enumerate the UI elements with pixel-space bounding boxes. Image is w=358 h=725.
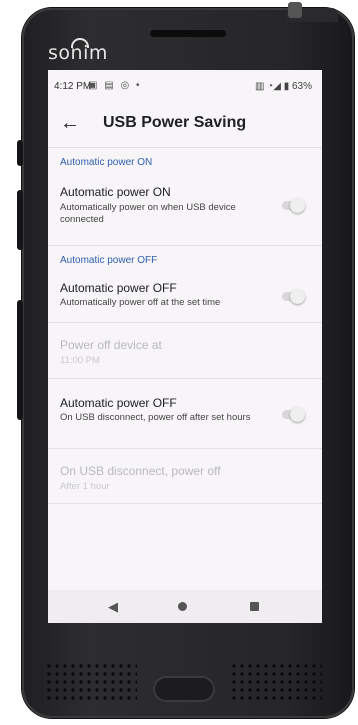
status-time: 4:12 PM: [54, 81, 92, 92]
system-status: ▥ ◔◢ ▮ 63%: [255, 81, 312, 92]
divider: [48, 503, 322, 504]
battery-icon: ▮: [283, 81, 290, 92]
toggle-switch[interactable]: [282, 289, 305, 304]
app-bar: ← USB Power Saving: [48, 104, 322, 144]
side-key: [17, 300, 23, 420]
nav-back-icon[interactable]: ◀: [108, 599, 118, 615]
row-title: Automatic power ON: [60, 185, 171, 199]
row-subtitle: Automatically power off at the set time: [60, 297, 221, 308]
toggle-knob: [290, 289, 305, 304]
speaker-grille: [45, 662, 137, 702]
section-header-power-on: Automatic power ON: [60, 157, 153, 168]
row-subtitle: 11:00 PM: [60, 355, 100, 366]
back-arrow-icon[interactable]: ←: [60, 112, 80, 135]
row-subtitle: Automatically power on when USB device c…: [60, 202, 236, 225]
navigation-bar: ◀: [48, 590, 322, 623]
battery-level: 63%: [291, 81, 312, 92]
side-key: [17, 140, 23, 166]
screen: 4:12 PM ▣ ▤ ◎ • ▥ ◔◢ ▮ 63% ← USB Power S…: [48, 70, 322, 623]
toggle-knob: [290, 407, 305, 422]
divider: [48, 448, 322, 449]
bottom-bezel: [35, 656, 330, 708]
top-key: [288, 2, 302, 18]
toggle-switch[interactable]: [282, 198, 305, 213]
speaker-grille: [230, 662, 322, 702]
status-bar: 4:12 PM ▣ ▤ ◎ • ▥ ◔◢ ▮ 63%: [48, 70, 322, 100]
row-subtitle: After 1 hour: [60, 481, 110, 492]
row-title: On USB disconnect, power off: [60, 464, 221, 478]
nav-home-icon[interactable]: [178, 602, 187, 611]
row-title: Automatic power OFF: [60, 396, 177, 410]
hardware-home-button[interactable]: [153, 676, 215, 702]
divider: [48, 378, 322, 379]
toggle-knob: [290, 198, 305, 213]
row-subtitle: On USB disconnect, power off after set h…: [60, 412, 251, 423]
divider: [48, 147, 322, 148]
row-title: Automatic power OFF: [60, 281, 177, 295]
divider: [48, 322, 322, 323]
nav-recents-icon[interactable]: [250, 602, 259, 611]
divider: [48, 245, 322, 246]
page-title: USB Power Saving: [103, 114, 247, 131]
signal-icon: ▥ ◔◢: [254, 81, 281, 92]
row-title: Power off device at: [60, 338, 162, 352]
earpiece-speaker: [150, 30, 226, 37]
toggle-switch[interactable]: [282, 407, 305, 422]
notification-icons: ▣ ▤ ◎ •: [88, 80, 142, 91]
side-key: [17, 190, 23, 250]
section-header-power-off: Automatic power OFF: [60, 255, 158, 266]
